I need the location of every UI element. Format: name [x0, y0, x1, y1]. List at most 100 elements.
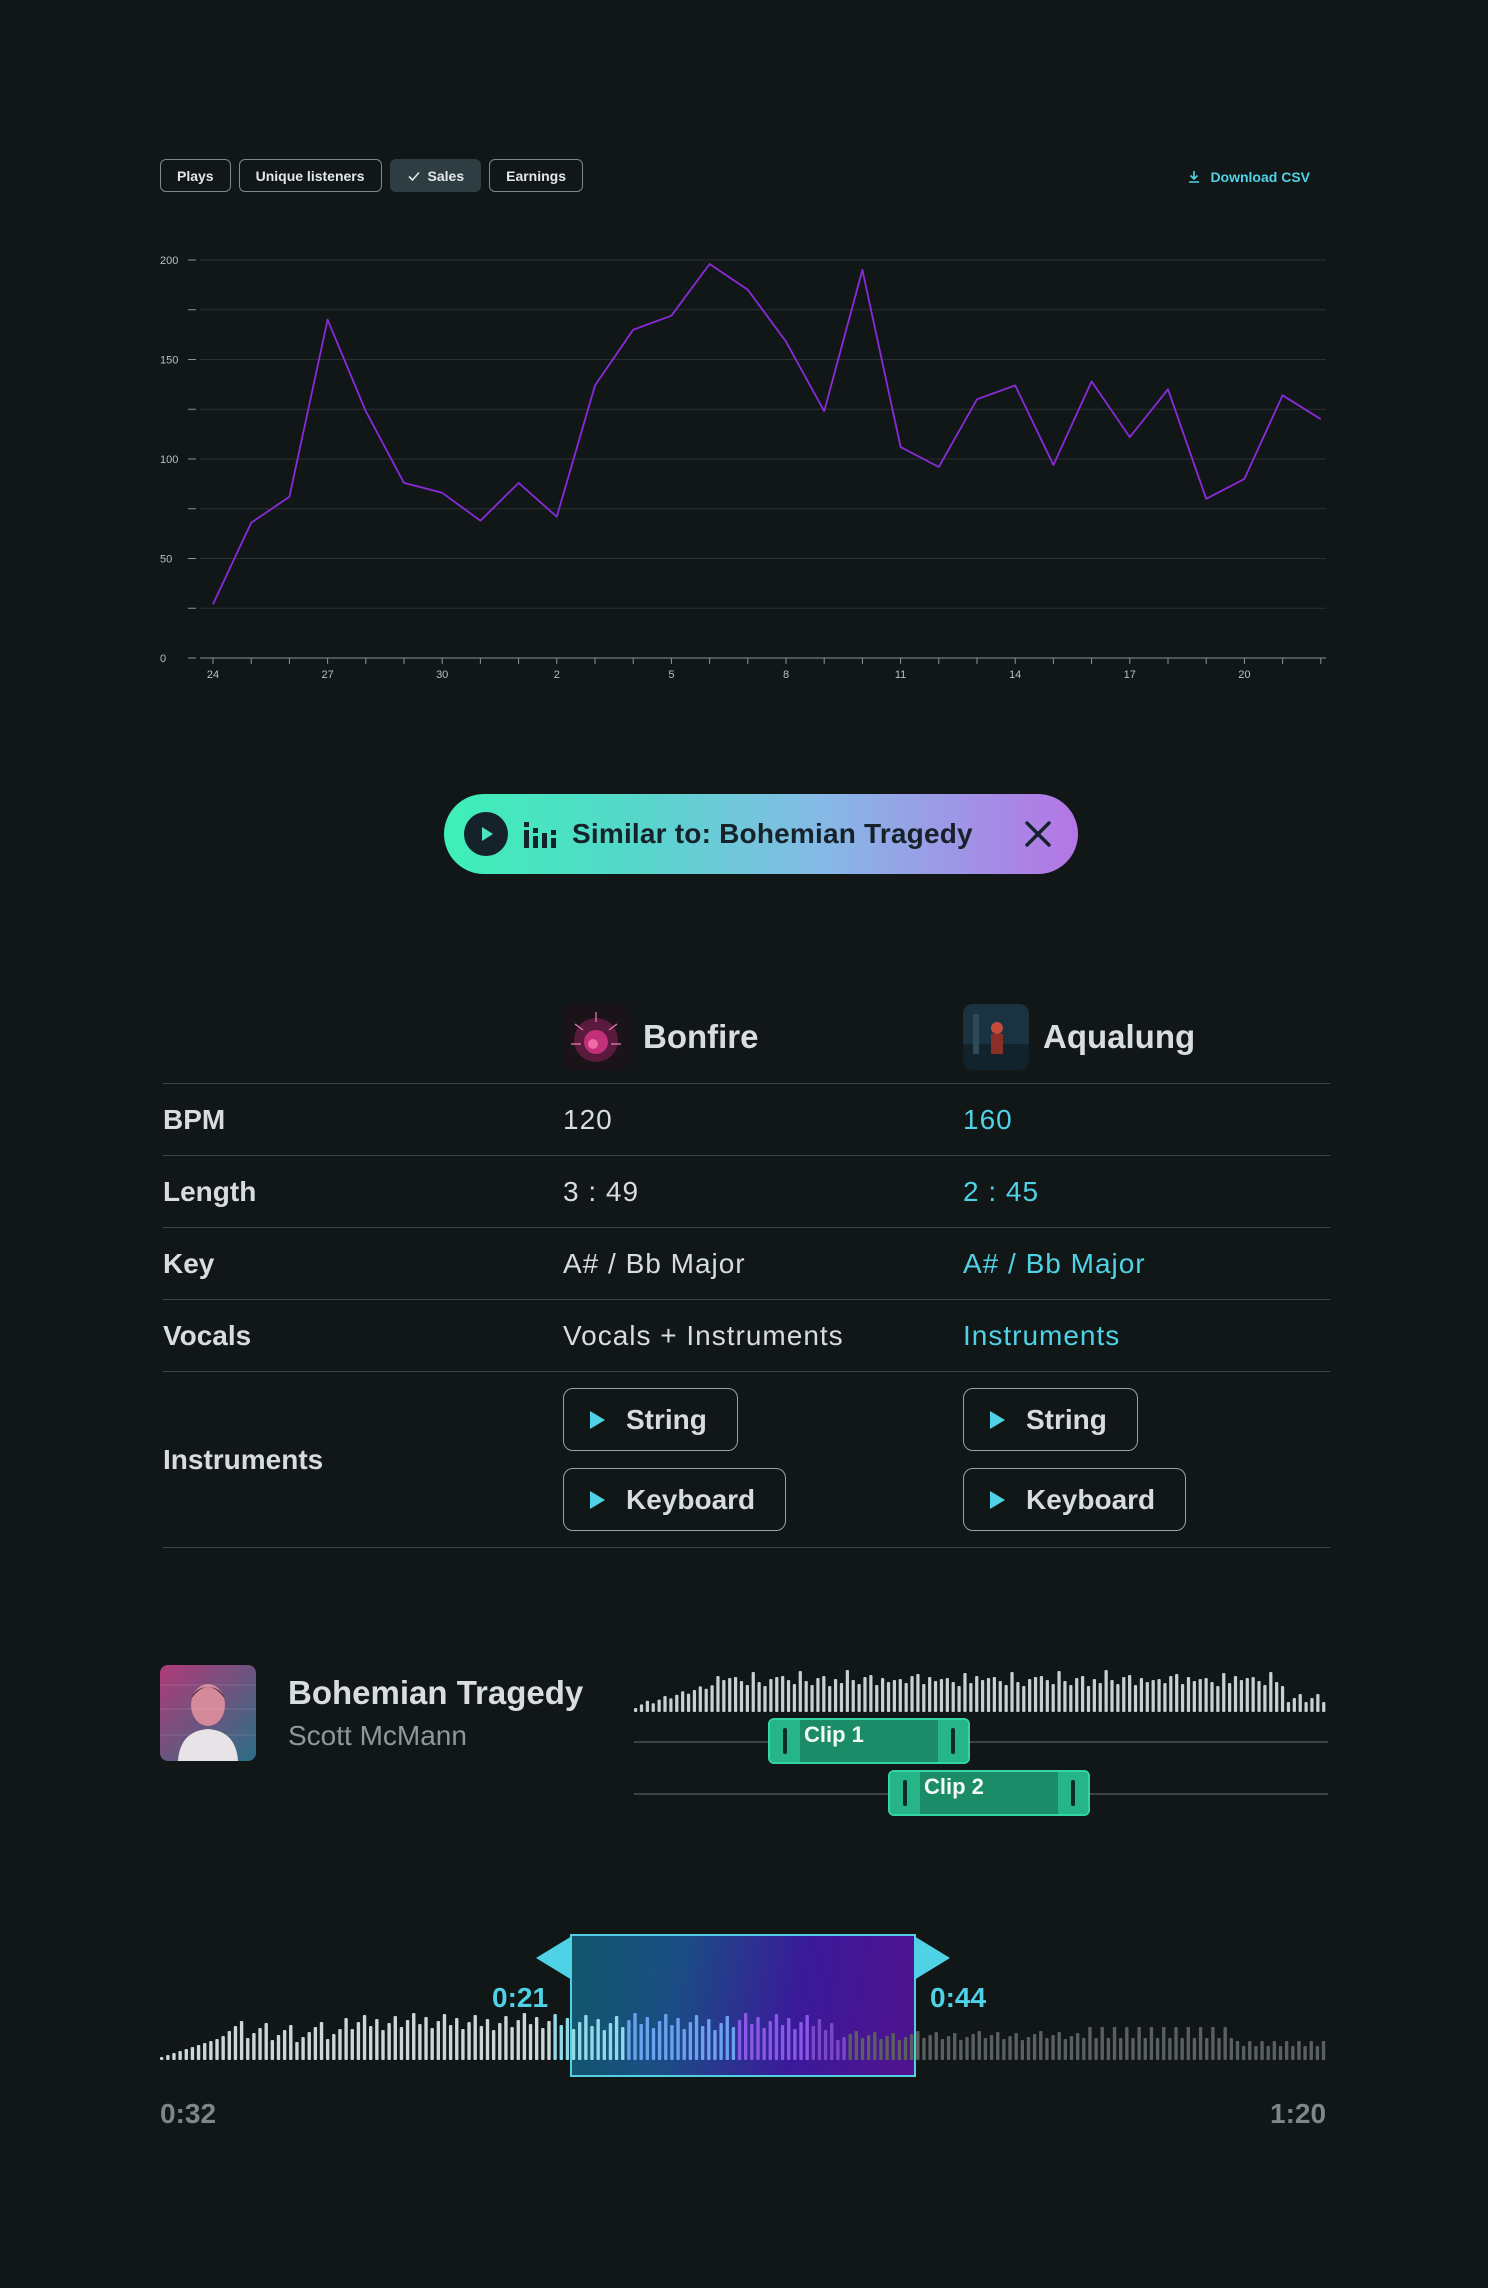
waveform-bar — [1322, 1702, 1326, 1712]
waveform-bar — [1168, 2038, 1172, 2060]
waveform-bar — [510, 2027, 514, 2060]
row-label: Instruments — [163, 1443, 324, 1475]
row-label: BPM — [163, 1103, 226, 1135]
waveform-bar — [977, 2031, 981, 2060]
waveform-bar — [898, 1679, 902, 1712]
timeline-start-time: 0:32 — [160, 2098, 217, 2129]
waveform-bar — [686, 1693, 691, 1712]
play-keyboard-button[interactable]: Keyboard — [963, 1468, 1187, 1531]
play-icon — [590, 1410, 605, 1429]
plays-chip[interactable]: Plays — [160, 159, 231, 192]
waveform-bar — [1233, 1676, 1238, 1712]
trim-end-time: 0:44 — [930, 1982, 987, 2013]
artist-avatar — [160, 1665, 256, 1761]
track-header-aqualung: Aqualung — [963, 1004, 1195, 1070]
waveform-bar — [1174, 2027, 1178, 2060]
waveform-bar — [940, 2039, 945, 2060]
bonfire-title: Bonfire — [643, 1018, 759, 1055]
waveform-bar — [1309, 2041, 1313, 2060]
waveform-bar — [399, 2027, 404, 2060]
clip-1-label: Clip 1 — [804, 1722, 864, 1747]
waveform-bar — [1002, 2039, 1006, 2060]
waveform-bar — [485, 2019, 490, 2060]
track-header-bonfire: Bonfire — [563, 1004, 759, 1070]
waveform-bar — [879, 2039, 883, 2060]
row-label: Length — [163, 1175, 257, 1207]
waveform-bar — [998, 1681, 1002, 1712]
clip-1-left-handle[interactable] — [770, 1720, 800, 1762]
waveform-bar — [1106, 2038, 1111, 2060]
waveform-bar — [319, 2022, 324, 2060]
waveform-bar — [857, 1684, 861, 1712]
waveform-bar — [264, 2023, 268, 2060]
waveform-bar — [1204, 1678, 1208, 1712]
close-button[interactable] — [1018, 814, 1058, 854]
waveform-bar — [762, 2028, 766, 2060]
play-keyboard-button[interactable]: Keyboard — [563, 1468, 787, 1531]
waveform-bar — [951, 1682, 955, 1712]
waveform-bar — [897, 2040, 902, 2060]
unique-listeners-chip[interactable]: Unique listeners — [238, 159, 382, 192]
equalizer-icon — [524, 822, 556, 848]
waveform-bar — [1086, 1686, 1091, 1712]
waveform-bar — [663, 1696, 667, 1712]
clip-1-right-handle[interactable] — [938, 1720, 968, 1762]
waveform-bar — [698, 1686, 702, 1712]
waveform-bar — [166, 2055, 170, 2060]
waveform-bar — [1260, 2041, 1264, 2060]
waveform-bar — [983, 2038, 988, 2060]
clip-2-left-handle[interactable] — [890, 1772, 920, 1814]
play-button[interactable] — [464, 812, 508, 856]
waveform-bar — [833, 1679, 838, 1712]
waveform-bar — [1045, 2038, 1049, 2060]
waveform-bar — [602, 2030, 606, 2060]
clip-1[interactable]: Clip 1 — [768, 1718, 970, 1764]
waveform-bar — [863, 1677, 867, 1712]
trim-end-handle[interactable] — [914, 1936, 950, 1980]
waveform-bar — [1229, 2038, 1234, 2060]
waveform-bar — [1205, 2038, 1209, 2060]
waveform-bar — [227, 2031, 232, 2060]
waveform-bar — [996, 2032, 1000, 2060]
waveform-bar — [842, 2037, 846, 2060]
waveform-bar — [1080, 1676, 1085, 1712]
waveform-bar — [971, 2034, 975, 2060]
waveform-bar — [700, 2026, 705, 2060]
download-csv-link[interactable]: Download CSV — [1186, 169, 1310, 185]
sales-chip[interactable]: Sales — [389, 159, 482, 192]
waveform-bar — [928, 2035, 932, 2060]
waveform-bar — [669, 1698, 673, 1712]
waveform-bar — [828, 1686, 832, 1712]
waveform-bar — [289, 2025, 293, 2060]
waveform-bar — [1145, 1682, 1149, 1712]
waveform-bar — [258, 2028, 262, 2060]
waveform-bar — [713, 2030, 717, 2060]
bpm-row: BPM 120 160 — [163, 1084, 1330, 1156]
waveform-bar — [651, 2028, 656, 2060]
waveform-bar — [1211, 2027, 1215, 2060]
waveform-bar — [710, 1685, 714, 1712]
clip-2-right-handle[interactable] — [1058, 1772, 1088, 1814]
waveform-bar — [461, 2029, 465, 2060]
waveform-bar — [737, 2020, 742, 2060]
bonfire-value: 120 — [563, 1103, 613, 1135]
key-row: Key A# / Bb Major A# / Bb Major — [163, 1228, 1330, 1300]
waveform-bar — [1151, 1680, 1155, 1712]
play-string-button[interactable]: String — [963, 1388, 1138, 1451]
waveform-bar — [565, 2018, 570, 2060]
waveform-bar — [1112, 2027, 1117, 2060]
earnings-chip[interactable]: Earnings — [489, 159, 584, 192]
waveform-bar — [651, 1703, 655, 1712]
waveform-bar — [1186, 1677, 1191, 1712]
waveform-bar — [1315, 2046, 1320, 2060]
waveform-bar — [675, 1694, 679, 1712]
waveform-bar — [190, 2047, 195, 2060]
waveform-bar — [664, 2014, 668, 2060]
trim-start-handle[interactable] — [536, 1936, 572, 1980]
waveform-bar — [681, 1691, 685, 1712]
waveform-bar — [1139, 1678, 1144, 1712]
clip-2[interactable]: Clip 2 — [888, 1770, 1090, 1816]
bonfire-value: Vocals + Instruments — [563, 1319, 844, 1351]
waveform-bar — [836, 2040, 840, 2060]
play-string-button[interactable]: String — [563, 1388, 738, 1451]
